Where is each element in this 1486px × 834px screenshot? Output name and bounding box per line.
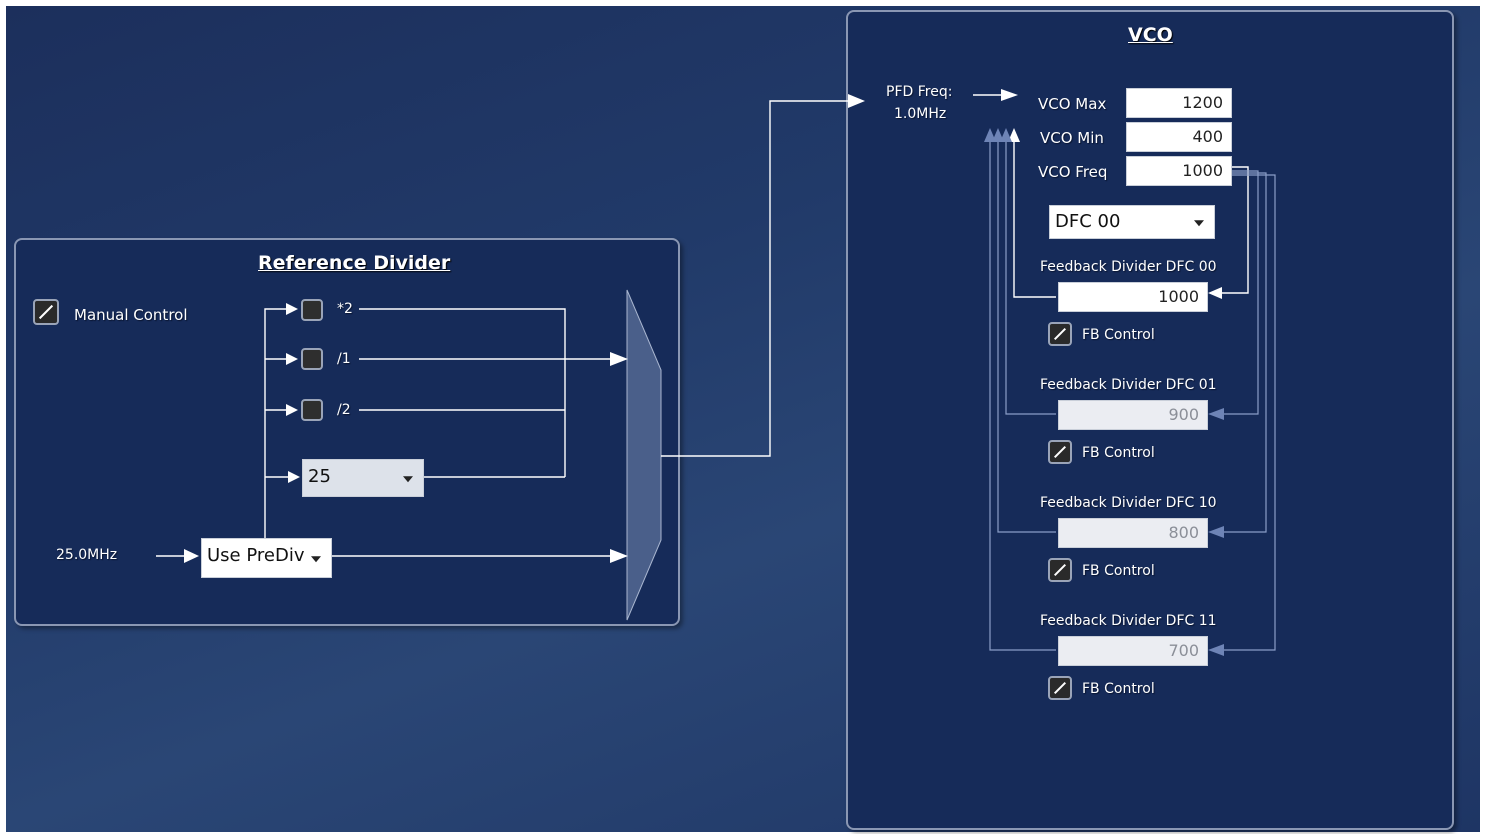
vco-freq-label: VCO Freq: [1038, 163, 1108, 181]
dfc-dropdown-value: DFC 00: [1055, 211, 1121, 232]
manual-control-checkbox[interactable]: [33, 299, 59, 325]
input-frequency: 25.0MHz: [56, 547, 118, 563]
feedback-field-dfc00[interactable]: 1000: [1058, 282, 1208, 312]
dfc-dropdown[interactable]: DFC 00: [1049, 205, 1215, 239]
reference-divider-panel: [14, 238, 680, 626]
feedback-label-dfc11: Feedback Divider DFC 11: [1040, 613, 1217, 629]
fb-control-label-dfc11: FB Control: [1082, 681, 1155, 697]
vco-freq-field[interactable]: 1000: [1126, 156, 1232, 186]
vco-max-label: VCO Max: [1038, 95, 1107, 113]
vco-max-field[interactable]: 1200: [1126, 88, 1232, 118]
fb-control-label-dfc10: FB Control: [1082, 563, 1155, 579]
prediv-dropdown[interactable]: Use PreDiv: [201, 538, 332, 578]
option-div1-label: /1: [337, 351, 351, 367]
fb-control-checkbox-dfc10[interactable]: [1048, 558, 1072, 582]
feedback-field-dfc10[interactable]: 800: [1058, 518, 1208, 548]
chevron-down-icon: [1194, 220, 1204, 227]
fb-control-label-dfc01: FB Control: [1082, 445, 1155, 461]
divider-dropdown[interactable]: 25: [302, 459, 424, 497]
option-div2-label: /2: [337, 402, 351, 418]
feedback-field-dfc01[interactable]: 900: [1058, 400, 1208, 430]
option-div2-checkbox[interactable]: [301, 399, 323, 421]
feedback-field-dfc11[interactable]: 700: [1058, 636, 1208, 666]
chevron-down-icon: [403, 476, 413, 483]
feedback-label-dfc10: Feedback Divider DFC 10: [1040, 495, 1217, 511]
pfd-freq-label: PFD Freq:: [886, 84, 953, 100]
divider-dropdown-value: 25: [308, 466, 331, 487]
option-div1-checkbox[interactable]: [301, 348, 323, 370]
option-x2-checkbox[interactable]: [301, 299, 323, 321]
fb-control-checkbox-dfc01[interactable]: [1048, 440, 1072, 464]
feedback-label-dfc00: Feedback Divider DFC 00: [1040, 259, 1217, 275]
reference-divider-title: Reference Divider: [258, 252, 451, 274]
vco-min-label: VCO Min: [1040, 129, 1104, 147]
option-x2-label: *2: [337, 301, 353, 317]
pfd-freq-value: 1.0MHz: [894, 106, 947, 122]
vco-title: VCO: [1128, 24, 1173, 46]
feedback-label-dfc01: Feedback Divider DFC 01: [1040, 377, 1217, 393]
fb-control-label-dfc00: FB Control: [1082, 327, 1155, 343]
fb-control-checkbox-dfc11[interactable]: [1048, 676, 1072, 700]
chevron-down-icon: [311, 556, 321, 563]
prediv-dropdown-value: Use PreDiv: [207, 545, 305, 566]
vco-min-field[interactable]: 400: [1126, 122, 1232, 152]
manual-control-label: Manual Control: [74, 306, 188, 324]
fb-control-checkbox-dfc00[interactable]: [1048, 322, 1072, 346]
